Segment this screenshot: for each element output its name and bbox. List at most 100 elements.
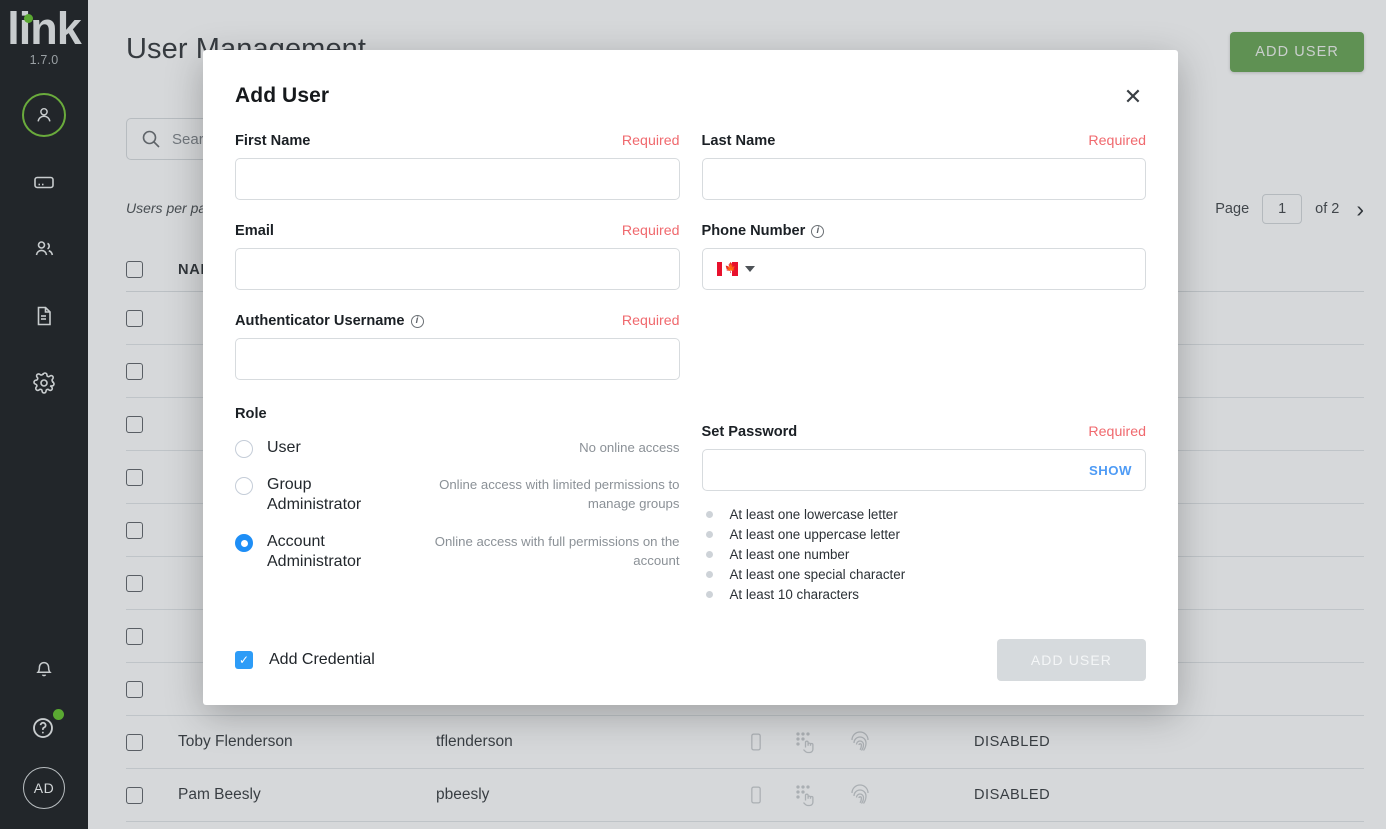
country-flag-icon: 🍁	[716, 262, 738, 276]
first-name-group: First Name Required	[235, 132, 680, 200]
email-required: Required	[621, 223, 680, 239]
password-rules: At least one lowercase letter At least on…	[702, 507, 1147, 602]
role-password-row: Role User No online access Group Administr…	[235, 406, 1146, 602]
sidebar-item-users[interactable]	[22, 93, 66, 137]
person-circle-icon	[37, 107, 51, 122]
submit-add-user-button[interactable]: ADD USER	[996, 639, 1146, 681]
password-rule: At least one uppercase letter	[705, 527, 1147, 542]
password-rule: At least one special character	[705, 567, 1147, 582]
password-rule-text: At least one uppercase letter	[729, 527, 900, 542]
sidebar-bottom: AD	[0, 647, 88, 829]
authenticator-username-label: Authenticator Username i	[235, 313, 424, 329]
phone-input[interactable]: 🍁	[701, 248, 1146, 290]
role-group: Role User No online access Group Administr…	[235, 406, 680, 602]
avatar[interactable]: AD	[23, 767, 65, 809]
role-radio-wrap[interactable]	[235, 438, 267, 458]
password-rule-text: At least one number	[729, 547, 850, 562]
sidebar-item-groups[interactable]	[22, 227, 66, 271]
document-icon	[37, 306, 51, 326]
country-chevron-down-icon[interactable]	[744, 266, 755, 272]
sidebar-item-settings[interactable]	[22, 361, 66, 405]
password-input[interactable]	[701, 449, 1146, 491]
last-name-label: Last Name	[701, 133, 776, 149]
password-label: Set Password	[701, 424, 798, 440]
role-description: Online access with full permissions on t…	[434, 534, 680, 568]
password-required: Required	[1088, 424, 1146, 440]
phone-label: Phone Number i	[702, 223, 825, 239]
last-name-required: Required	[1088, 133, 1146, 149]
modal-title: Add User	[235, 84, 330, 107]
first-name-required: Required	[621, 133, 680, 149]
add-user-modal: Add User ✕ First Name Required Last Name…	[203, 50, 1178, 705]
authenticator-username-label-text: Authenticator Username	[235, 313, 405, 329]
device-icon	[34, 176, 54, 189]
password-rule-dot-icon	[705, 531, 713, 538]
role-title: Role	[235, 406, 267, 422]
role-radio[interactable]	[235, 440, 253, 458]
password-rule-text: At least one lowercase letter	[729, 507, 898, 522]
gear-icon	[33, 372, 55, 394]
authenticator-info-icon[interactable]: i	[410, 314, 424, 328]
password-rule-text: At least one special character	[729, 567, 906, 582]
sidebar-item-notifications[interactable]	[22, 647, 66, 691]
version-label: 1.7.0	[29, 53, 59, 67]
modal-header: Add User ✕	[235, 84, 1146, 110]
help-notification-dot	[53, 709, 64, 720]
role-label: Group Administrator	[267, 476, 362, 513]
password-input-wrap: SHOW	[701, 449, 1146, 491]
modal-footer: ✓ Add Credential ADD USER	[235, 639, 1146, 681]
email-label: Email	[235, 223, 274, 239]
role-option[interactable]: User No online access	[235, 438, 680, 458]
show-password-button[interactable]: SHOW	[1089, 449, 1132, 491]
role-radio[interactable]	[235, 534, 253, 552]
password-rule: At least one number	[705, 547, 1147, 562]
name-row: First Name Required Last Name Required	[235, 132, 1146, 200]
sidebar-item-devices[interactable]	[22, 160, 66, 204]
phone-info-icon[interactable]: i	[811, 224, 825, 238]
role-description: No online access	[579, 440, 680, 455]
password-rule: At least 10 characters	[705, 587, 1147, 602]
password-rule: At least one lowercase letter	[705, 507, 1147, 522]
role-option[interactable]: Group Administrator Online access with li…	[235, 475, 680, 515]
password-rule-dot-icon	[705, 511, 713, 518]
role-option[interactable]: Account Administrator Online access with …	[235, 532, 680, 572]
first-name-label: First Name	[235, 133, 311, 149]
sidebar: link 1.7.0 AD	[0, 0, 88, 829]
sidebar-nav	[0, 93, 88, 405]
password-rule-dot-icon	[705, 591, 713, 598]
add-credential-checkbox[interactable]: ✓	[235, 651, 253, 669]
brand-logo: link	[7, 3, 82, 54]
last-name-input[interactable]	[701, 158, 1146, 200]
authenticator-username-group: Authenticator Username i Required	[235, 312, 680, 380]
brand-dot-icon	[23, 14, 33, 23]
close-icon[interactable]: ✕	[1120, 84, 1146, 110]
sidebar-item-reports[interactable]	[22, 294, 66, 338]
authenticator-spacer	[702, 312, 1147, 380]
brand-logo-text: link	[7, 3, 82, 54]
add-credential-toggle[interactable]: ✓ Add Credential	[235, 651, 375, 669]
people-icon	[35, 241, 54, 256]
role-radio-wrap[interactable]	[235, 532, 267, 552]
sidebar-item-help[interactable]	[28, 709, 64, 745]
role-radio-wrap[interactable]	[235, 475, 267, 495]
phone-group: Phone Number i 🍁	[701, 222, 1146, 290]
password-rule-dot-icon	[705, 551, 713, 558]
email-input[interactable]	[235, 248, 680, 290]
app-root: User Management ADD USER Search Users pe…	[0, 0, 1386, 829]
add-credential-label: Add Credential	[269, 651, 375, 668]
password-rule-dot-icon	[705, 571, 713, 578]
first-name-input[interactable]	[235, 158, 680, 200]
phone-label-text: Phone Number	[701, 223, 806, 239]
role-description: Online access with limited permissions t…	[439, 477, 680, 511]
bell-icon	[36, 661, 52, 677]
role-label: Account Administrator	[267, 533, 362, 570]
contact-row: Email Required Phone Number i 🍁	[235, 222, 1146, 290]
role-radio[interactable]	[235, 477, 253, 495]
role-label: User	[267, 439, 301, 456]
authenticator-username-input[interactable]	[235, 338, 680, 380]
email-group: Email Required	[235, 222, 680, 290]
password-rule-text: At least 10 characters	[729, 587, 860, 602]
authenticator-username-required: Required	[621, 313, 680, 329]
brand: link 1.7.0	[7, 3, 82, 68]
password-group: Set Password Required SHOW At least one …	[701, 406, 1147, 602]
